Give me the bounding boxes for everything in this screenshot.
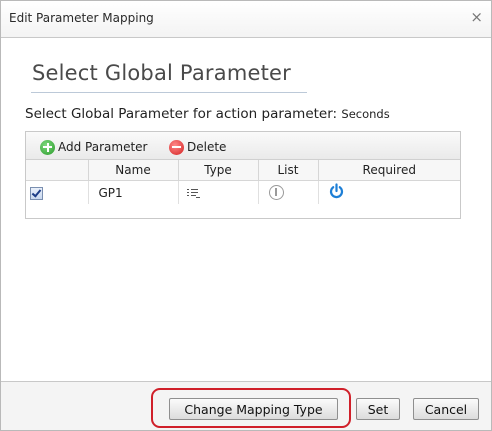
table-header-row: Name Type List Required bbox=[26, 160, 460, 181]
type-cell bbox=[178, 180, 259, 204]
column-header-name[interactable]: Name bbox=[88, 160, 179, 181]
title-underline bbox=[31, 92, 307, 93]
column-header-select bbox=[26, 160, 89, 181]
close-icon[interactable]: × bbox=[470, 8, 483, 26]
action-parameter-name: Seconds bbox=[341, 107, 390, 121]
page-title: Select Global Parameter bbox=[32, 61, 291, 85]
grid-toolbar: Add Parameter Delete bbox=[26, 132, 460, 160]
minus-circle-icon bbox=[169, 139, 184, 155]
add-parameter-label: Add Parameter bbox=[58, 140, 148, 154]
edit-parameter-mapping-dialog: Edit Parameter Mapping × Select Global P… bbox=[0, 0, 492, 431]
column-header-required[interactable]: Required bbox=[318, 160, 460, 181]
list-cell bbox=[258, 180, 319, 204]
row-checkbox[interactable] bbox=[30, 186, 43, 200]
table-row[interactable]: GP1 bbox=[26, 180, 460, 205]
title-bar: Edit Parameter Mapping × bbox=[1, 1, 491, 38]
parameter-table: Name Type List Required GP1 bbox=[26, 160, 460, 204]
plus-circle-icon bbox=[40, 139, 55, 155]
required-cell bbox=[318, 181, 460, 205]
annotation-highlight bbox=[151, 388, 351, 428]
set-button[interactable]: Set bbox=[356, 398, 400, 420]
delete-button[interactable]: Delete bbox=[169, 138, 226, 156]
parameter-name-cell: GP1 bbox=[88, 180, 179, 204]
subtitle-prefix: Select Global Parameter for action param… bbox=[25, 106, 342, 122]
cancel-button[interactable]: Cancel bbox=[413, 398, 479, 420]
delete-label: Delete bbox=[187, 140, 227, 154]
column-header-list[interactable]: List bbox=[258, 160, 319, 181]
info-circle-icon[interactable] bbox=[268, 185, 284, 200]
add-parameter-button[interactable]: Add Parameter bbox=[40, 138, 147, 156]
column-header-type[interactable]: Type bbox=[178, 160, 259, 181]
power-icon[interactable] bbox=[329, 183, 344, 202]
subtitle: Select Global Parameter for action param… bbox=[25, 106, 390, 122]
select-cell bbox=[26, 180, 89, 204]
parameter-grid: Add Parameter Delete Name Type List Requ… bbox=[25, 131, 461, 219]
window-title: Edit Parameter Mapping bbox=[9, 11, 154, 25]
list-type-icon[interactable] bbox=[186, 187, 201, 199]
